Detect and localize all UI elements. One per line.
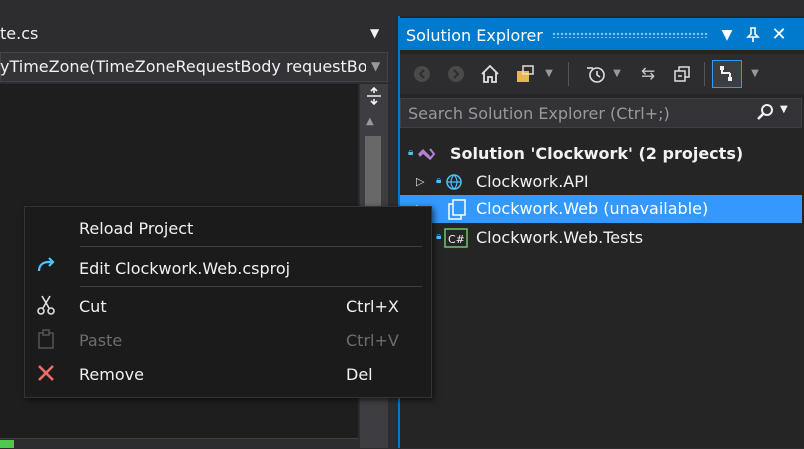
project-label: Clockwork.Web.Tests [476,228,644,247]
change-indicator [0,440,14,448]
red-x-icon [34,362,58,386]
tree-item-solution[interactable]: 🔒︎ Solution 'Clockwork' (2 projects) [400,140,802,168]
menu-item-label: Remove [79,365,144,384]
scissors-icon [34,294,58,318]
menu-item-reload-project[interactable]: Reload Project [25,212,429,244]
editor-tab-title[interactable]: te.cs [0,24,38,43]
chevron-down-icon[interactable]: ▼ [371,59,380,73]
project-label: Clockwork.Web (unavailable) [476,199,709,218]
project-label: Clockwork.API [476,172,589,191]
member-navigation-text: yTimeZone(TimeZoneRequestBody requestBoc [0,57,366,76]
split-editor-icon[interactable] [364,86,384,106]
menu-item-remove[interactable]: Remove Del [25,358,429,390]
unavailable-project-icon [444,198,468,226]
search-icon[interactable] [754,100,776,124]
collapse-all-icon[interactable] [670,62,694,86]
scrollbar-thumb[interactable] [365,136,381,216]
scroll-up-icon[interactable]: ▲ [366,116,382,127]
pin-icon[interactable] [742,24,764,46]
solution-label: Solution 'Clockwork' (2 projects) [450,144,744,163]
menu-separator [80,246,422,247]
expand-arrow-icon[interactable]: ▷ [416,175,424,188]
menu-item-shortcut: Del [346,365,373,384]
forward-icon[interactable] [444,62,468,86]
chevron-down-icon[interactable]: ▼ [748,62,762,86]
home-icon[interactable] [478,62,502,86]
menu-item-label: Reload Project [79,219,194,238]
title-grip[interactable] [552,32,708,38]
pending-changes-icon[interactable] [584,62,608,86]
search-options-dropdown-icon[interactable]: ▼ [780,104,788,115]
menu-separator [80,286,422,287]
track-active-item-icon[interactable] [712,60,742,88]
menu-item-label: Edit Clockwork.Web.csproj [79,259,291,278]
back-icon[interactable] [410,62,434,86]
tab-list-dropdown-icon[interactable]: ▼ [370,26,384,40]
web-project-icon [444,172,464,196]
menu-item-edit-csproj[interactable]: Edit Clockwork.Web.csproj [25,252,429,284]
switch-views-icon[interactable] [514,62,538,86]
menu-item-cut[interactable]: Cut Ctrl+X [25,290,429,322]
tree-item-project-selected[interactable]: ▷ Clockwork.Web (unavailable) [400,195,802,223]
svg-text:C#: C# [448,233,465,246]
menu-item-label: Paste [79,331,123,350]
window-position-dropdown-icon[interactable]: ▼ [716,24,738,46]
menu-item-shortcut: Ctrl+V [346,331,399,350]
solution-icon [416,145,436,167]
tree-item-project[interactable]: 🔒︎ C# Clockwork.Web.Tests [400,224,802,252]
edit-redo-arrow-icon [34,255,58,279]
menu-item-label: Cut [79,297,107,316]
chevron-down-icon[interactable]: ▼ [542,62,556,86]
lock-icon: 🔒︎ [436,231,442,242]
toolbar-separator [704,62,705,86]
clipboard-icon [34,328,58,352]
search-placeholder: Search Solution Explorer (Ctrl+;) [408,104,670,123]
solution-explorer-title: Solution Explorer [406,26,543,45]
editor-tab-strip [0,0,394,48]
editor-status-strip [0,438,358,449]
close-icon[interactable]: ✕ [768,24,790,46]
tree-item-project[interactable]: ▷ 🔒︎ Clockwork.API [400,168,802,196]
csharp-project-icon: C# [444,227,468,253]
sync-icon[interactable]: ⇆ [636,62,660,86]
toolbar-separator [568,62,569,86]
chevron-down-icon[interactable]: ▼ [610,62,624,86]
lock-icon: 🔒︎ [436,175,442,186]
menu-item-paste: Paste Ctrl+V [25,324,429,356]
menu-item-shortcut: Ctrl+X [346,297,399,316]
lock-icon: 🔒︎ [408,147,414,158]
